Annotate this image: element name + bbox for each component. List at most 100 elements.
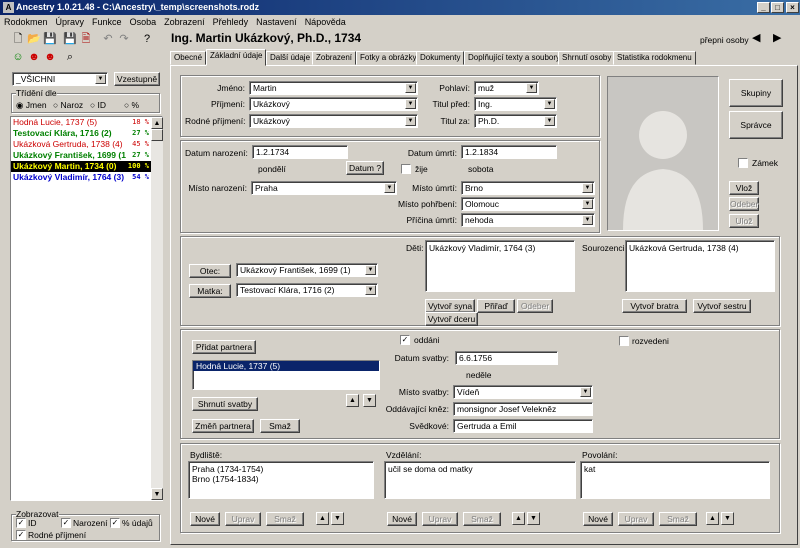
show-birthname-checkbox[interactable]: ✓: [16, 530, 26, 540]
show-pct-checkbox[interactable]: ✓: [110, 518, 120, 528]
chevron-down-icon[interactable]: ▼: [544, 116, 555, 126]
list-item[interactable]: Praha (1734-1754): [192, 464, 370, 474]
wedding-summary-button[interactable]: Shrnutí svatby: [192, 397, 258, 411]
scroll-thumb[interactable]: [151, 129, 163, 141]
siblings-list[interactable]: Ukázková Gertruda, 1738 (4): [625, 240, 775, 292]
open-folder-icon[interactable]: 📂: [26, 31, 42, 47]
save-photo-button[interactable]: Ulož: [729, 214, 759, 228]
chevron-down-icon[interactable]: ▼: [365, 265, 376, 275]
person-list[interactable]: Hodná Lucie, 1737 (5) 18 % Testovací Klára…: [10, 116, 163, 501]
remove-photo-button[interactable]: Odeber: [729, 197, 759, 211]
first-name-field[interactable]: Martin ▼: [249, 81, 418, 95]
menu-prehledy[interactable]: Přehledy: [209, 15, 253, 29]
menu-upravy[interactable]: Úpravy: [52, 15, 89, 29]
residence-delete-button[interactable]: Smaž: [266, 512, 304, 526]
filter-combo[interactable]: _VŠICHNI ▼: [12, 72, 108, 86]
chevron-down-icon[interactable]: ▼: [95, 74, 106, 84]
sort-radio-name[interactable]: ◉ Jmen: [16, 99, 47, 111]
lock-checkbox[interactable]: [738, 158, 748, 168]
sex-field[interactable]: muž ▼: [474, 81, 539, 95]
scroll-down-arrow[interactable]: ▼: [151, 488, 163, 500]
chevron-down-icon[interactable]: ▼: [405, 116, 416, 126]
menu-osoba[interactable]: Osoba: [126, 15, 161, 29]
menu-rodokmen[interactable]: Rodokmen: [0, 15, 52, 29]
create-sister-button[interactable]: Vytvoř sestru: [693, 299, 751, 313]
sort-radio-pct[interactable]: ○ %: [124, 99, 139, 111]
title-before-field[interactable]: Ing. ▼: [474, 97, 557, 111]
residence-new-button[interactable]: Nové: [190, 512, 220, 526]
residence-up-arrow-icon[interactable]: ▲: [316, 512, 329, 525]
assign-child-button[interactable]: Přiřaď: [477, 299, 515, 313]
save-icon[interactable]: 💾: [42, 31, 58, 47]
create-son-button[interactable]: Vytvoř syna: [425, 299, 475, 313]
show-id-checkbox[interactable]: ✓: [16, 518, 26, 528]
mother-field[interactable]: Testovací Klára, 1716 (2) ▼: [236, 283, 378, 297]
insert-photo-button[interactable]: Vlož: [729, 181, 759, 195]
alive-checkbox[interactable]: [401, 164, 411, 174]
surname-field[interactable]: Ukázkový ▼: [249, 97, 418, 111]
occupation-new-button[interactable]: Nové: [583, 512, 613, 526]
remove-child-button[interactable]: Odeber: [517, 299, 553, 313]
divorced-checkbox[interactable]: [619, 336, 629, 346]
chevron-down-icon[interactable]: ▼: [580, 387, 591, 397]
chevron-down-icon[interactable]: ▼: [384, 183, 395, 193]
chevron-down-icon[interactable]: ▼: [526, 83, 537, 93]
birth-place-field[interactable]: Praha ▼: [251, 181, 397, 195]
married-checkbox[interactable]: ✓: [400, 335, 410, 345]
title-after-field[interactable]: Ph.D. ▼: [474, 114, 557, 128]
chevron-down-icon[interactable]: ▼: [582, 199, 593, 209]
chevron-down-icon[interactable]: ▼: [405, 99, 416, 109]
chevron-down-icon[interactable]: ▼: [365, 285, 376, 295]
tab-shrnuti[interactable]: Shrnutí osoby: [558, 51, 616, 65]
residence-edit-button[interactable]: Uprav: [225, 512, 261, 526]
death-place-field[interactable]: Brno ▼: [461, 181, 595, 195]
occupation-edit-button[interactable]: Uprav: [618, 512, 654, 526]
education-down-arrow-icon[interactable]: ▼: [527, 512, 540, 525]
sort-radio-id[interactable]: ○ ID: [90, 99, 106, 111]
chevron-down-icon[interactable]: ▼: [405, 83, 416, 93]
scroll-up-arrow[interactable]: ▲: [151, 117, 163, 129]
save-as-icon[interactable]: 💾: [62, 31, 78, 47]
close-file-icon[interactable]: 🗎: [78, 31, 94, 47]
add-female-icon[interactable]: ☻: [42, 49, 58, 65]
admin-button[interactable]: Správce: [729, 111, 783, 139]
occupation-list[interactable]: kat: [580, 461, 770, 499]
list-item[interactable]: Ukázkový Vladimír, 1764 (3): [429, 243, 571, 253]
death-date-field[interactable]: 1.2.1834: [461, 145, 557, 159]
help-icon[interactable]: ?: [139, 31, 155, 47]
tab-dokumenty[interactable]: Dokumenty: [416, 51, 465, 65]
person-list-item[interactable]: Ukázkový Vladimír, 1764 (3) 54 %: [11, 172, 151, 183]
photo-placeholder[interactable]: [607, 76, 719, 231]
priest-field[interactable]: monsignor Josef Velekněz: [453, 402, 593, 416]
birth-date-field[interactable]: 1.2.1734: [252, 145, 348, 159]
list-item[interactable]: Ukázková Gertruda, 1738 (4): [629, 243, 771, 253]
menu-funkce[interactable]: Funkce: [88, 15, 126, 29]
tab-dalsi-udaje[interactable]: Další údaje: [266, 51, 315, 65]
father-button[interactable]: Otec:: [189, 264, 231, 278]
add-person-icon[interactable]: ☺: [10, 49, 26, 65]
delete-partner-button[interactable]: Smaž: [260, 419, 300, 433]
person-list-item[interactable]: Ukázková Gertruda, 1738 (4) 45 %: [11, 139, 151, 150]
next-person-icon[interactable]: ▶: [773, 31, 781, 44]
residence-down-arrow-icon[interactable]: ▼: [331, 512, 344, 525]
occupation-up-arrow-icon[interactable]: ▲: [706, 512, 719, 525]
create-daughter-button[interactable]: Vytvoř dceru: [425, 312, 478, 326]
add-partner-button[interactable]: Přidat partnera: [192, 340, 256, 354]
person-list-item[interactable]: Ukázkový František, 1699 (1 27 %: [11, 150, 151, 161]
tab-obecne[interactable]: Obecné: [170, 51, 207, 65]
person-list-item[interactable]: Testovací Klára, 1716 (2) 27 %: [11, 128, 151, 139]
show-birth-checkbox[interactable]: ✓: [61, 518, 71, 528]
list-item[interactable]: kat: [584, 464, 766, 474]
chevron-down-icon[interactable]: ▼: [544, 99, 555, 109]
wedding-date-field[interactable]: 6.6.1756: [455, 351, 558, 365]
move-up-arrow-icon[interactable]: ▲: [346, 394, 359, 407]
occupation-delete-button[interactable]: Smaž: [659, 512, 697, 526]
education-delete-button[interactable]: Smaž: [463, 512, 501, 526]
education-up-arrow-icon[interactable]: ▲: [512, 512, 525, 525]
maximize-button[interactable]: □: [771, 2, 784, 13]
birth-surname-field[interactable]: Ukázkový ▼: [249, 114, 418, 128]
tab-fotky[interactable]: Fotky a obrázky: [356, 51, 421, 65]
list-item[interactable]: Brno (1754-1834): [192, 474, 370, 484]
witnesses-field[interactable]: Gertruda a Emil: [453, 419, 593, 433]
date-help-button[interactable]: Datum ?: [346, 161, 384, 175]
